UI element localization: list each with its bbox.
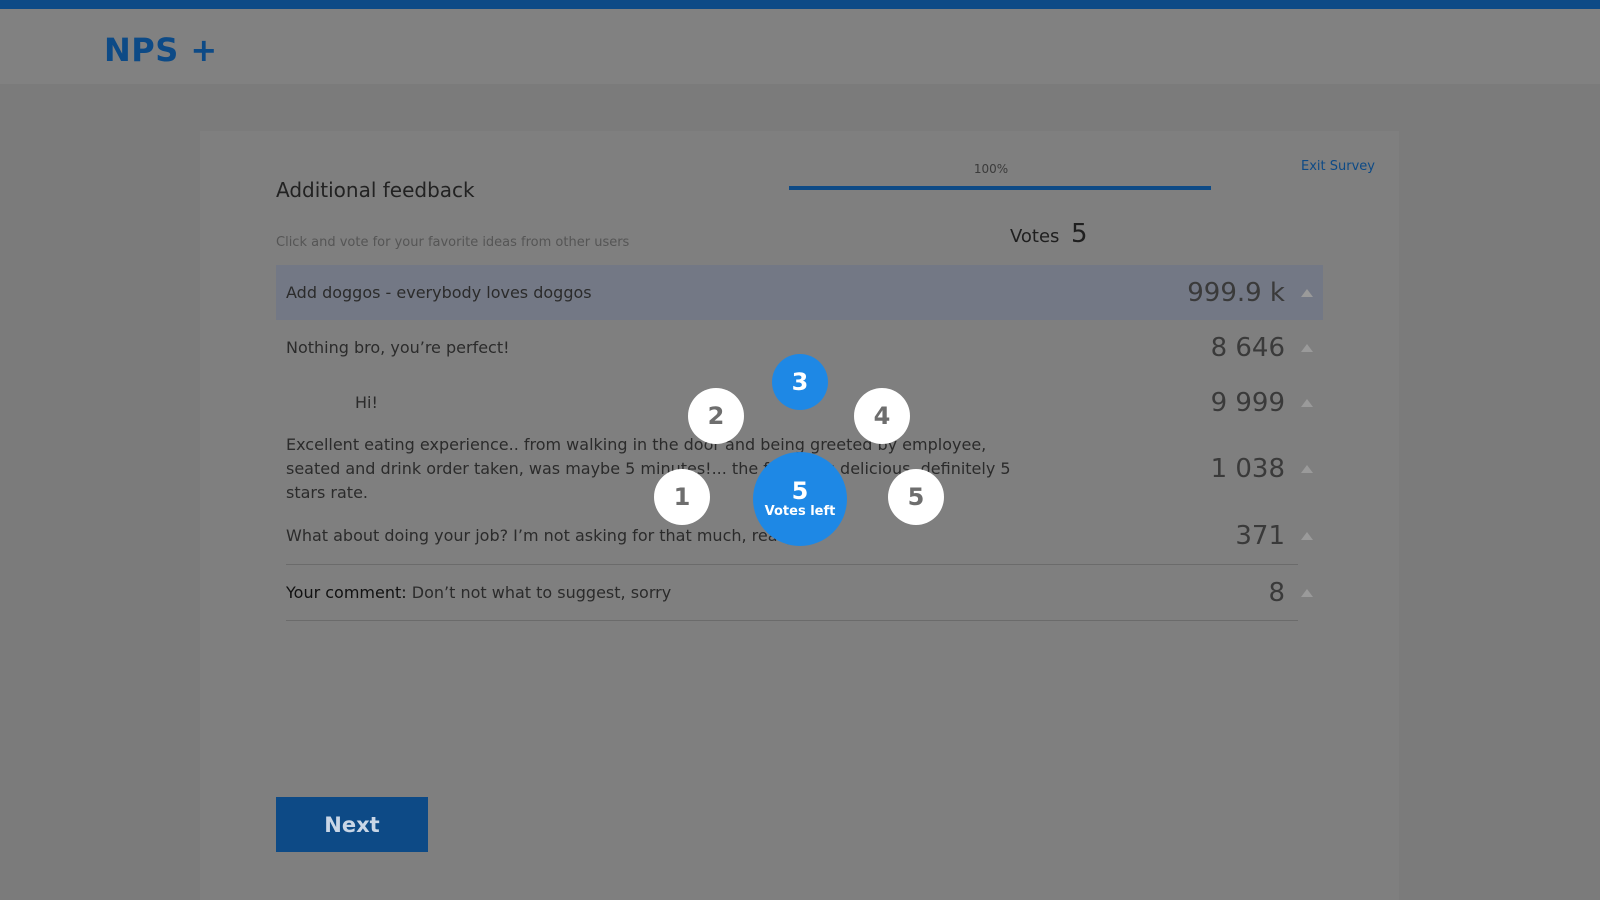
- your-comment-prefix: Your comment:: [286, 583, 407, 602]
- vote-option-2[interactable]: 2: [688, 388, 744, 444]
- progress-bar: [789, 186, 1211, 190]
- feedback-row-count: 999.9 k: [1187, 277, 1285, 308]
- your-comment-text: Don’t not what to suggest, sorry: [411, 583, 672, 602]
- feedback-row-count: 9 999: [1210, 388, 1285, 418]
- feedback-row-text: What about doing your job? I’m not askin…: [286, 526, 805, 545]
- feedback-list: Add doggos - everybody loves doggos 999.…: [276, 265, 1323, 621]
- feedback-row-text: Nothing bro, you’re perfect!: [286, 337, 510, 357]
- section-instructions: Click and vote for your favorite ideas f…: [276, 235, 630, 250]
- vote-option-1[interactable]: 1: [654, 469, 710, 525]
- feedback-row-your-comment[interactable]: Your comment: Don’t not what to suggest,…: [276, 565, 1323, 621]
- votes-count: 5: [1071, 219, 1088, 249]
- app-header: NPS +: [0, 9, 1600, 84]
- app-logo: NPS +: [104, 31, 218, 69]
- triangle-up-icon[interactable]: [1301, 532, 1313, 540]
- exit-survey-link[interactable]: Exit Survey: [1301, 159, 1375, 174]
- feedback-row-text: Add doggos - everybody loves doggos: [286, 282, 592, 302]
- feedback-row-doggos[interactable]: Add doggos - everybody loves doggos 999.…: [276, 265, 1323, 320]
- vote-option-3[interactable]: 3: [772, 354, 828, 410]
- votes-left-count: 5: [791, 477, 809, 505]
- triangle-up-icon[interactable]: [1301, 399, 1313, 407]
- feedback-row-count: 8: [1268, 578, 1285, 608]
- section-title: Additional feedback: [276, 178, 475, 202]
- feedback-row-count: 1 038: [1210, 454, 1285, 484]
- feedback-row-count: 8 646: [1210, 332, 1285, 363]
- triangle-up-icon[interactable]: [1301, 343, 1313, 352]
- feedback-row-text: Your comment: Don’t not what to suggest,…: [286, 581, 1016, 605]
- feedback-row-text: Hi!: [355, 393, 378, 412]
- vote-option-5[interactable]: 5: [888, 469, 944, 525]
- vote-option-4[interactable]: 4: [854, 388, 910, 444]
- votes-left-label: Votes left: [764, 504, 836, 519]
- next-button[interactable]: Next: [276, 797, 428, 852]
- progress-bar-fill: [789, 186, 1211, 190]
- progress-label: 100%: [973, 162, 1009, 176]
- top-accent-bar: [0, 0, 1600, 9]
- triangle-up-icon[interactable]: [1301, 589, 1313, 597]
- votes-left-indicator: 5 Votes left: [753, 452, 847, 546]
- feedback-row-count: 371: [1235, 521, 1285, 551]
- triangle-up-icon[interactable]: [1301, 465, 1313, 473]
- triangle-up-icon[interactable]: [1301, 288, 1313, 297]
- votes-label: Votes: [1010, 226, 1060, 247]
